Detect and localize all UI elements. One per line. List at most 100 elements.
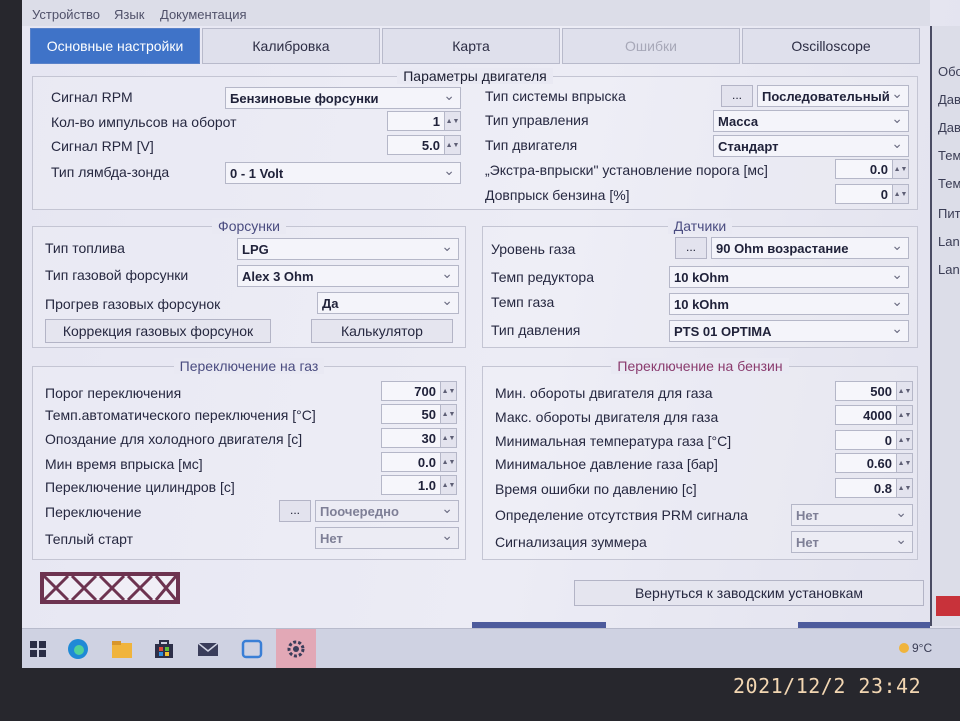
stepper-arrows-icon[interactable]: ▲▼ [893, 159, 909, 179]
menu-language[interactable]: Язык [114, 7, 144, 22]
pressure-type-label: Тип давления [491, 322, 581, 338]
gas-temp-label: Темп газа [491, 294, 555, 310]
rpm-voltage-stepper[interactable]: 5.0 ▲▼ [387, 135, 461, 155]
prm-signal-select[interactable]: Нет [791, 504, 913, 526]
menu-device[interactable]: Устройство [32, 7, 100, 22]
file-explorer-icon[interactable] [110, 637, 134, 661]
stepper-arrows-icon[interactable]: ▲▼ [893, 184, 909, 204]
stepper-arrows-icon[interactable]: ▲▼ [441, 428, 457, 448]
photos-icon[interactable] [240, 637, 264, 661]
reducer-temp-label: Темп редуктора [491, 269, 594, 285]
switch-threshold-stepper[interactable]: 700 ▲▼ [381, 381, 457, 401]
auto-switch-temp-stepper[interactable]: 50 ▲▼ [381, 404, 457, 424]
extra-injection-value[interactable]: 0.0 [835, 159, 893, 179]
cylinder-switch-label: Переключение цилиндров [c] [45, 479, 235, 495]
tab-calibration[interactable]: Калибровка [202, 28, 380, 64]
right-panel-label-8: Lan [938, 262, 960, 277]
cylinder-switch-value[interactable]: 1.0 [381, 475, 441, 495]
tab-main-settings[interactable]: Основные настройки [30, 28, 200, 64]
pulses-stepper[interactable]: 1 ▲▼ [387, 111, 461, 131]
warm-start-select[interactable]: Нет [315, 527, 459, 549]
switching-mode-select[interactable]: Поочередно [315, 500, 459, 522]
injector-correction-button[interactable]: Коррекция газовых форсунок [45, 319, 271, 343]
photo-timestamp: 2021/12/2 23:42 [733, 674, 922, 698]
pressure-error-time-value[interactable]: 0.8 [835, 478, 897, 498]
injection-type-select[interactable]: Последовательный [757, 85, 909, 107]
min-rpm-stepper[interactable]: 500 ▲▼ [835, 381, 913, 401]
tab-bar: Основные настройки Калибровка Карта Ошиб… [22, 26, 930, 66]
stepper-arrows-icon[interactable]: ▲▼ [897, 381, 913, 401]
weather-temp[interactable]: 9°C [912, 641, 932, 655]
tab-map[interactable]: Карта [382, 28, 560, 64]
stepper-arrows-icon[interactable]: ▲▼ [441, 475, 457, 495]
injectors-group: Форсунки Тип топлива LPG Тип газовой фор… [32, 218, 466, 348]
extra-injection-label: „Экстра-впрыски" установление порога [мс… [485, 162, 768, 178]
stepper-arrows-icon[interactable]: ▲▼ [897, 453, 913, 473]
weather-icon[interactable] [898, 641, 910, 655]
injection-type-more-button[interactable]: ... [721, 85, 753, 107]
stepper-arrows-icon[interactable]: ▲▼ [897, 405, 913, 425]
stepper-arrows-icon[interactable]: ▲▼ [441, 452, 457, 472]
stepper-arrows-icon[interactable]: ▲▼ [441, 404, 457, 424]
petrol-add-stepper[interactable]: 0 ▲▼ [835, 184, 909, 204]
settings-app-highlight[interactable] [276, 629, 316, 668]
pressure-type-select[interactable]: PTS 01 OPTIMA [669, 320, 909, 342]
gas-level-select[interactable]: 90 Ohm возрастание [711, 237, 909, 259]
gear-icon[interactable] [284, 637, 308, 661]
min-gas-pressure-value[interactable]: 0.60 [835, 453, 897, 473]
gas-injector-type-select[interactable]: Alex 3 Ohm [237, 265, 459, 287]
rpm-voltage-value[interactable]: 5.0 [387, 135, 445, 155]
min-injection-stepper[interactable]: 0.0 ▲▼ [381, 452, 457, 472]
switching-mode-more-button[interactable]: ... [279, 500, 311, 522]
buzzer-label: Сигнализация зуммера [495, 534, 647, 550]
petrol-add-value[interactable]: 0 [835, 184, 893, 204]
stepper-arrows-icon[interactable]: ▲▼ [441, 381, 457, 401]
lambda-select[interactable]: 0 - 1 Volt [225, 162, 461, 184]
stepper-arrows-icon[interactable]: ▲▼ [897, 430, 913, 450]
pulses-value[interactable]: 1 [387, 111, 445, 131]
injector-heating-select[interactable]: Да [317, 292, 459, 314]
menu-documentation[interactable]: Документация [160, 7, 247, 22]
switch-threshold-value[interactable]: 700 [381, 381, 441, 401]
mail-icon[interactable] [196, 637, 220, 661]
max-rpm-stepper[interactable]: 4000 ▲▼ [835, 405, 913, 425]
cold-delay-value[interactable]: 30 [381, 428, 441, 448]
control-type-select[interactable]: Масса [713, 110, 909, 132]
rpm-voltage-label: Сигнал RPM [V] [51, 138, 154, 154]
store-icon[interactable] [152, 637, 176, 661]
fuel-type-select[interactable]: LPG [237, 238, 459, 260]
fuel-type-label: Тип топлива [45, 240, 125, 256]
stepper-arrows-icon[interactable]: ▲▼ [445, 111, 461, 131]
cylinder-switch-stepper[interactable]: 1.0 ▲▼ [381, 475, 457, 495]
min-gas-temp-value[interactable]: 0 [835, 430, 897, 450]
gas-level-label: Уровень газа [491, 241, 576, 257]
stepper-arrows-icon[interactable]: ▲▼ [897, 478, 913, 498]
edge-browser-icon[interactable] [66, 637, 90, 661]
gas-temp-select[interactable]: 10 kOhm [669, 293, 909, 315]
max-rpm-value[interactable]: 4000 [835, 405, 897, 425]
stepper-arrows-icon[interactable]: ▲▼ [445, 135, 461, 155]
gas-level-more-button[interactable]: ... [675, 237, 707, 259]
reducer-temp-select[interactable]: 10 kOhm [669, 266, 909, 288]
factory-reset-button[interactable]: Вернуться к заводским установкам [574, 580, 924, 606]
engine-type-label: Тип двигателя [485, 137, 578, 153]
extra-injection-stepper[interactable]: 0.0 ▲▼ [835, 159, 909, 179]
pressure-error-time-stepper[interactable]: 0.8 ▲▼ [835, 478, 913, 498]
min-injection-value[interactable]: 0.0 [381, 452, 441, 472]
max-rpm-label: Макс. обороты двигателя для газа [495, 409, 719, 425]
min-gas-temp-stepper[interactable]: 0 ▲▼ [835, 430, 913, 450]
buzzer-select[interactable]: Нет [791, 531, 913, 553]
auto-switch-temp-value[interactable]: 50 [381, 404, 441, 424]
tab-errors[interactable]: Ошибки [562, 28, 740, 64]
tab-oscilloscope[interactable]: Oscilloscope [742, 28, 920, 64]
cold-delay-stepper[interactable]: 30 ▲▼ [381, 428, 457, 448]
engine-type-select[interactable]: Стандарт [713, 135, 909, 157]
windows-start-icon[interactable] [26, 637, 50, 661]
red-indicator [936, 596, 960, 616]
calculator-button[interactable]: Калькулятор [311, 319, 453, 343]
min-rpm-value[interactable]: 500 [835, 381, 897, 401]
lambda-label: Тип лямбда-зонда [51, 164, 170, 180]
min-rpm-label: Мин. обороты двигателя для газа [495, 385, 713, 401]
rpm-signal-select[interactable]: Бензиновые форсунки [225, 87, 461, 109]
min-gas-pressure-stepper[interactable]: 0.60 ▲▼ [835, 453, 913, 473]
